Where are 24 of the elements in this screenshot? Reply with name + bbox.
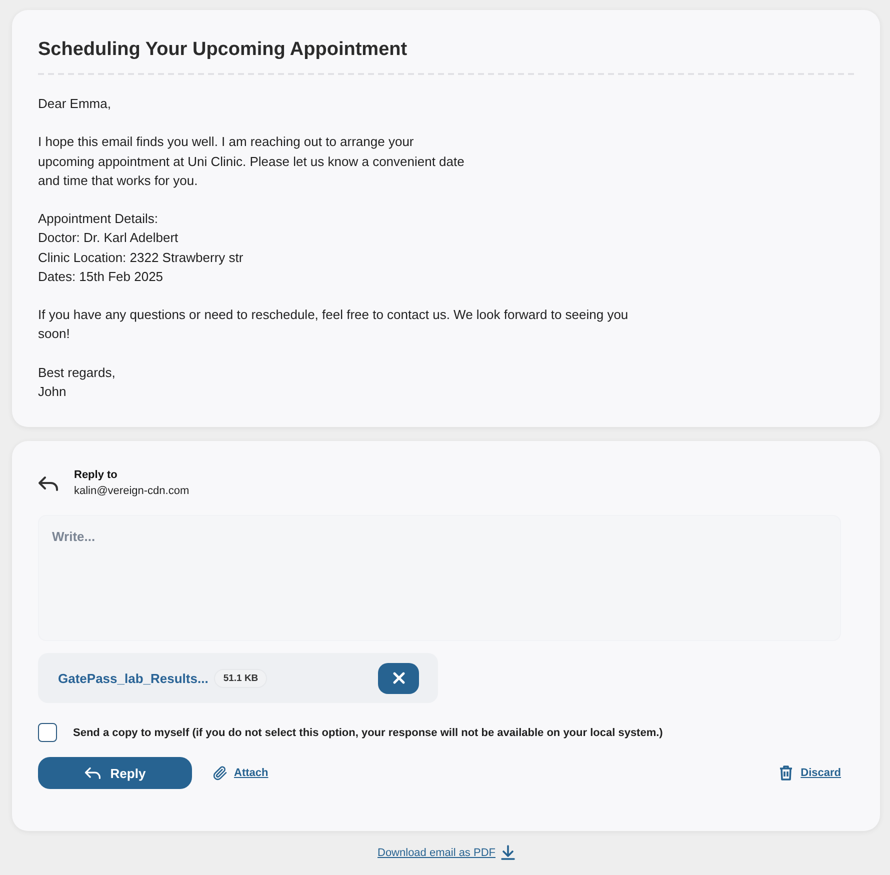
email-paragraph: I hope this email finds you well. I am reaching out to arrange your upcoming appointment at Uni Clinic. Please let us know a convenient date and time that works for you. <box>38 133 466 190</box>
reply-arrow-icon <box>84 767 102 780</box>
reply-button[interactable]: Reply <box>38 757 192 790</box>
download-pdf-link[interactable]: Download email as PDF <box>378 846 496 859</box>
message-field[interactable]: Write... <box>38 515 841 642</box>
remove-attachment-button[interactable] <box>378 662 419 694</box>
checkbox-label: Send a copy to myself (if you do not select this option, your response will not be available on your local system.) <box>73 726 663 739</box>
paperclip-icon <box>212 765 228 782</box>
close-icon <box>392 672 404 684</box>
attach-link[interactable]: Attach <box>234 767 268 780</box>
email-paragraph: Dear Emma, <box>38 95 112 113</box>
reply-arrow-icon <box>38 476 58 491</box>
reply-to-label: Reply to <box>74 468 118 484</box>
email-subject: Scheduling Your Upcoming Appointment <box>38 38 854 75</box>
recipient-email: kalin@vereign-cdn.com <box>74 484 190 500</box>
trash-icon <box>778 765 793 782</box>
download-icon <box>500 845 514 860</box>
email-paragraph: If you have any questions or need to reschedule, feel free to contact us. We look forward to seeing you soon! <box>38 306 630 344</box>
discard-link[interactable]: Discard <box>800 767 841 780</box>
file-size: 51.1 KB <box>214 668 268 688</box>
copy-checkbox[interactable] <box>38 723 57 742</box>
attachment-name[interactable]: GatePass_lab_Results... <box>58 670 208 686</box>
email-paragraph: Appointment Details: Doctor: Dr. Karl Adelbert Clinic Location: 2322 Strawberry str Dates: 15th Feb 2025 <box>38 210 244 286</box>
email-paragraph: Best regards, John <box>38 364 116 401</box>
